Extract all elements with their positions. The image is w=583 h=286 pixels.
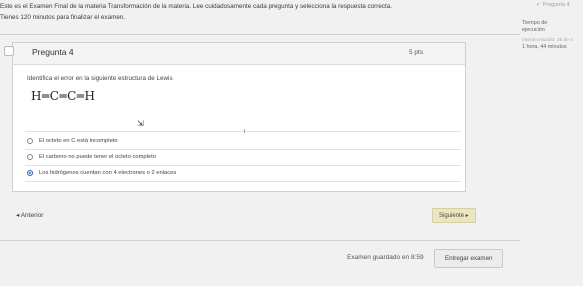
attempt-started: Intento iniciado: 35 de s <box>522 38 573 43</box>
answer-option-1[interactable]: El octeto en C está incompleto <box>27 138 118 144</box>
instructions-line-2: Tienes 120 minutos para finalizar el exa… <box>0 14 126 21</box>
answer-option-label: Los hidrógenos cuentan con 4 electrones … <box>39 170 177 176</box>
divider <box>25 149 461 150</box>
mouse-cursor-icon: ⇲ <box>137 119 144 128</box>
question-points: 5 pts <box>409 49 424 56</box>
answer-option-label: El carbono no puede tener el octeto comp… <box>39 154 156 160</box>
timer-label-1: Tiempo de <box>522 20 548 26</box>
question-header: Pregunta 4 5 pts <box>4 43 465 65</box>
next-button[interactable]: Siguiente ▸ <box>432 208 476 223</box>
divider <box>25 165 461 166</box>
time-remaining: 1 hora, 44 minutos <box>522 44 567 50</box>
lewis-structure: H═C═C═H <box>31 89 96 103</box>
answer-option-2[interactable]: El carbono no puede tener el octeto comp… <box>27 154 156 160</box>
check-icon: ✓ <box>536 2 541 8</box>
previous-button[interactable]: ◂ Anterior <box>16 211 43 219</box>
radio-button[interactable] <box>27 138 33 144</box>
question-prompt: Identifica el error en la siguiente estr… <box>27 75 173 82</box>
divider <box>25 131 461 132</box>
saved-status: Examen guardado en 8:59 <box>347 254 424 261</box>
radio-button-selected[interactable] <box>27 170 33 176</box>
question-title: Pregunta 4 <box>32 47 74 57</box>
divider <box>25 181 461 182</box>
radio-button[interactable] <box>27 154 33 160</box>
flag-question-icon[interactable] <box>4 46 14 56</box>
divider <box>0 34 520 35</box>
question-nav-indicator[interactable]: ✓ Pregunta 4 <box>536 2 570 8</box>
divider <box>0 240 520 241</box>
answer-option-label: El octeto en C está incompleto <box>39 138 118 144</box>
timer-label-2: ejecución <box>522 27 545 33</box>
answer-option-3[interactable]: Los hidrógenos cuentan con 4 electrones … <box>27 170 176 176</box>
question-card: Pregunta 4 5 pts Identifica el error en … <box>4 42 466 192</box>
exam-instructions: Este es el Examen Final de la materia Tr… <box>0 1 520 23</box>
submit-exam-button[interactable]: Entregar examen <box>434 249 504 268</box>
timer-panel: Tiempo de ejecución Intento iniciado: 35… <box>522 20 583 51</box>
instructions-line-1: Este es el Examen Final de la materia Tr… <box>0 3 393 10</box>
question-nav-label: Pregunta 4 <box>542 2 570 8</box>
divider-mark <box>244 129 245 133</box>
